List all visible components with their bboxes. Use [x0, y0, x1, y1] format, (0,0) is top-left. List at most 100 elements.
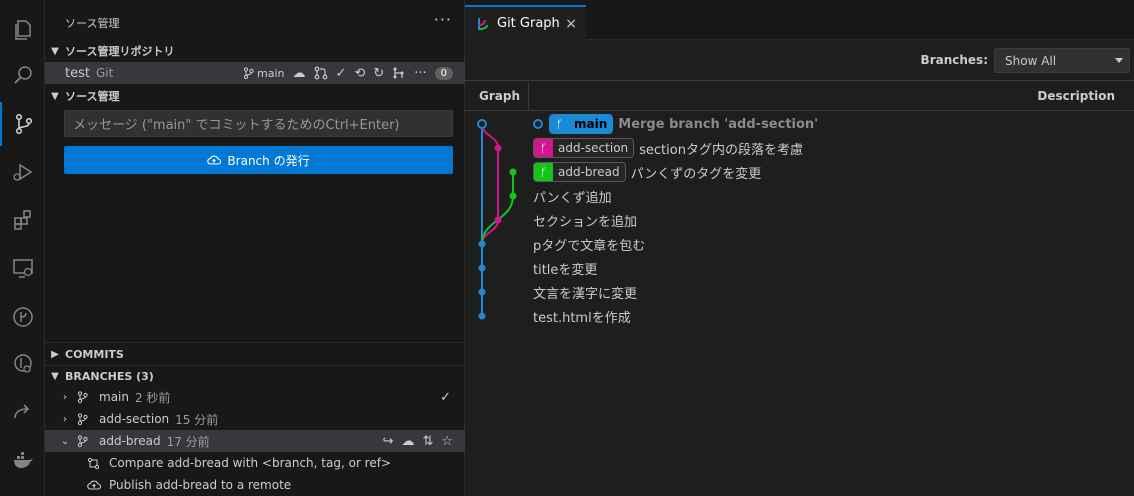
repositories-section-header[interactable]: ▼ ソース管理リポジトリ [45, 40, 465, 62]
commit-message-input[interactable]: メッセージ ("main" でコミットするためのCtrl+Enter) [64, 110, 453, 137]
run-debug-button[interactable] [0, 150, 45, 194]
gitlens-icon [13, 354, 32, 373]
commit-node [478, 288, 486, 296]
tab-git-graph[interactable]: Git Graph × [465, 5, 586, 40]
live-share-button[interactable] [0, 390, 45, 434]
tab-bar: Git Graph × [465, 0, 1134, 40]
commit-row[interactable]: titleを変更 [533, 256, 597, 280]
run-debug-icon [12, 163, 32, 181]
commit-row[interactable]: ᚶ main Merge branch 'add-section' [533, 112, 818, 136]
publish-cloud-icon[interactable]: ☁ [293, 66, 306, 81]
branch-item-add-bread[interactable]: ⌄ add-bread 17 分前 ↪ ☁ ⇅ ☆ [45, 430, 465, 452]
compare-branch-label: Compare add-bread with <branch, tag, or … [109, 456, 392, 470]
source-control-button[interactable] [0, 102, 45, 146]
commit-row[interactable]: ᚶ add-bread パンくずのタグを変更 [533, 160, 761, 184]
more-icon[interactable]: ··· [414, 66, 426, 81]
ref-label: main [569, 115, 613, 133]
more-actions-button[interactable]: ··· [434, 10, 452, 29]
compare-branch-action[interactable]: Compare add-bread with <branch, tag, or … [45, 452, 465, 474]
commit-node [494, 216, 502, 224]
compare-icon[interactable]: ⇅ [422, 434, 433, 449]
branch-item-main[interactable]: › main 2 秒前 ✓ [45, 386, 465, 408]
branch-ref-add-bread[interactable]: ᚶ add-bread [533, 162, 626, 182]
remote-explorer-button[interactable] [0, 246, 45, 290]
branches-section-header[interactable]: ▼ BRANCHES (3) [45, 365, 465, 387]
branch-item-add-section[interactable]: › add-section 15 分前 [45, 408, 465, 430]
git-graph-tab-icon [478, 17, 488, 30]
ref-label: add-section [558, 141, 629, 155]
pull-request-icon[interactable] [314, 66, 328, 80]
branch-time: 2 秒前 [134, 390, 171, 405]
gitlens-button[interactable] [0, 342, 45, 386]
ref-label: add-bread [558, 165, 620, 179]
commit-row[interactable]: pタグで文章を包む [533, 232, 645, 256]
commit-node [494, 144, 502, 152]
refresh-icon[interactable]: ↻ [373, 66, 384, 81]
commit-row[interactable]: パンくず追加 [533, 184, 612, 208]
explorer-button[interactable] [0, 8, 45, 52]
branches-filter-select[interactable]: Show All [994, 48, 1130, 73]
commits-header-label: COMMITS [65, 347, 124, 361]
history-icon[interactable]: ⟲ [354, 66, 365, 81]
commit-message: セクションを追加 [533, 214, 638, 230]
extensions-button[interactable] [0, 198, 45, 242]
head-indicator-icon [533, 119, 543, 129]
commit-check-icon[interactable]: ✓ [336, 66, 347, 81]
search-button[interactable] [0, 53, 45, 97]
commit-node [478, 240, 486, 248]
commit-message: pタグで文章を包む [533, 238, 646, 254]
search-icon [13, 66, 32, 84]
current-branch-check-icon: ✓ [440, 389, 451, 405]
repo-branch-button[interactable]: main [243, 67, 285, 80]
git-graph-view-icon[interactable] [392, 66, 406, 80]
repository-item[interactable]: test Git main ☁ ✓ ⟲ ↻ ··· 0 [45, 62, 465, 84]
compare-icon [87, 457, 103, 470]
close-icon[interactable]: × [565, 16, 577, 32]
chevron-right-icon: › [63, 391, 67, 403]
publish-branch-label: Publish add-bread to a remote [109, 478, 292, 492]
docker-icon [13, 452, 32, 468]
sidebar-title: ソース管理 [65, 17, 120, 30]
publish-branch-action[interactable]: Publish add-bread to a remote [45, 474, 465, 496]
cloud-upload-icon [207, 155, 222, 165]
commit-row[interactable]: test.htmlを作成 [533, 304, 631, 328]
chevron-down-icon: ▼ [51, 370, 59, 382]
commit-row[interactable]: ᚶ add-section sectionタグ内の段落を考慮 [533, 136, 803, 160]
graph-column-header: Graph [479, 89, 520, 103]
star-icon[interactable]: ☆ [441, 434, 453, 449]
repo-type: Git [95, 66, 114, 80]
branch-time: 17 分前 [166, 434, 210, 449]
column-divider[interactable] [528, 82, 529, 111]
branch-name: add-bread [99, 434, 161, 448]
chevron-right-icon: › [63, 413, 67, 425]
commit-row[interactable]: 文言を漢字に変更 [533, 280, 637, 304]
chevron-down-icon: ▼ [51, 90, 59, 102]
branch-icon: ᚶ [550, 115, 569, 133]
branch-icon: ᚶ [534, 163, 553, 181]
commit-message: test.htmlを作成 [533, 310, 631, 326]
commit-message: パンくずのタグを変更 [630, 166, 762, 182]
commit-node [478, 264, 486, 272]
branch-ref-main[interactable]: ᚶ main [549, 114, 614, 134]
chevron-right-icon: ▶ [51, 348, 59, 360]
docker-button[interactable] [0, 438, 45, 482]
branch-time: 15 分前 [175, 412, 219, 427]
cloud-upload-icon [87, 479, 103, 491]
commits-section-header[interactable]: ▶ COMMITS [45, 343, 465, 365]
source-control-section-header[interactable]: ▼ ソース管理 [45, 85, 465, 107]
commit-row[interactable]: セクションを追加 [533, 208, 637, 232]
chevron-down-icon: ▼ [51, 45, 59, 57]
files-icon [14, 20, 31, 40]
commit-message: titleを変更 [533, 262, 598, 278]
git-graph-button[interactable] [0, 295, 45, 339]
remote-explorer-icon [12, 259, 33, 278]
publish-branch-button[interactable]: Branch の発行 [64, 146, 453, 174]
live-share-icon [13, 404, 29, 419]
branch-ref-add-section[interactable]: ᚶ add-section [533, 138, 635, 158]
extensions-icon [13, 210, 31, 230]
commit-message: sectionタグ内の段落を考慮 [639, 142, 803, 158]
branch-icon [77, 413, 93, 425]
switch-branch-icon[interactable]: ↪ [383, 434, 394, 449]
publish-cloud-icon[interactable]: ☁ [401, 434, 414, 449]
source-control-header-label: ソース管理 [65, 90, 120, 103]
